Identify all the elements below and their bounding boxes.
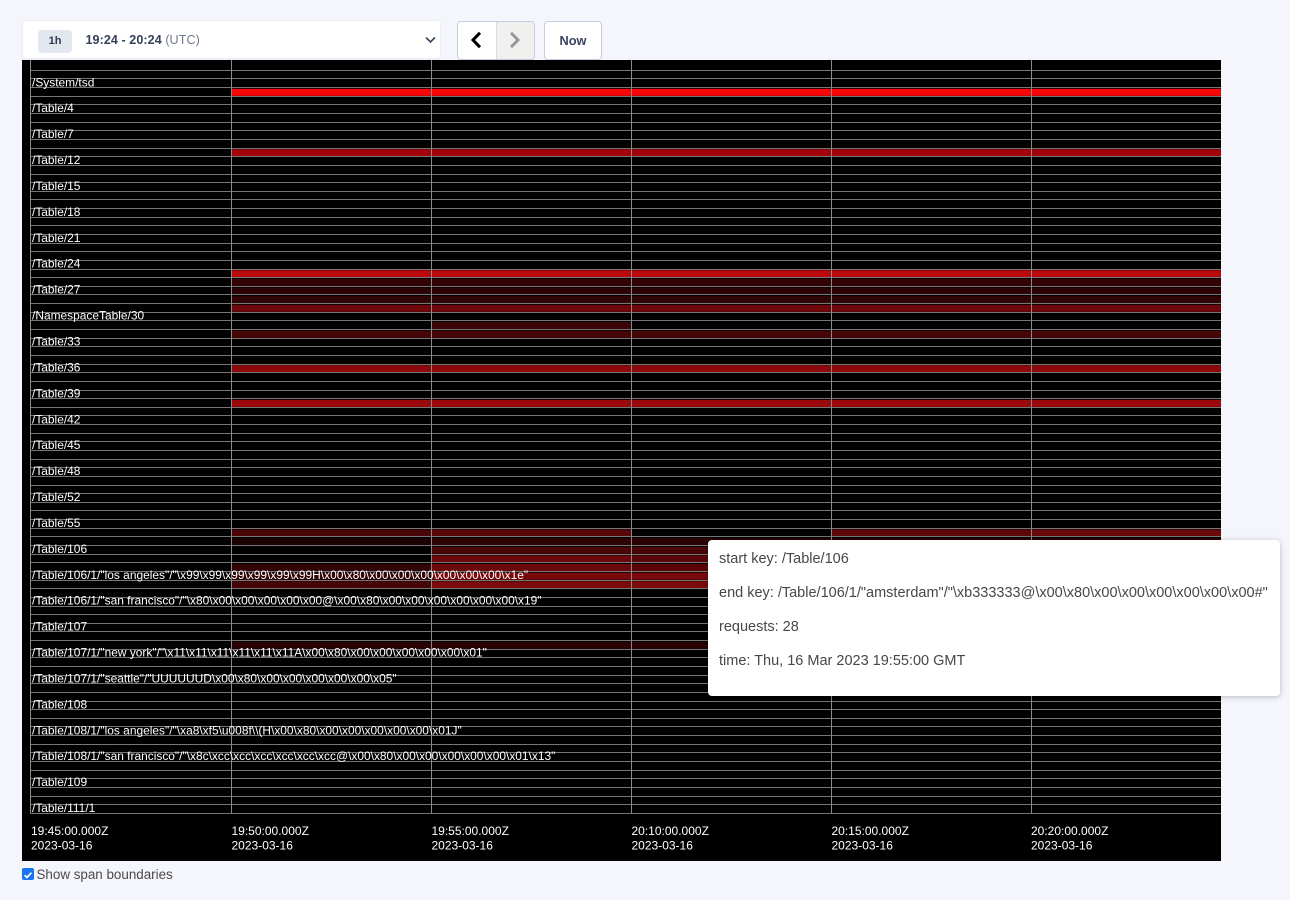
- svg-text:/Table/45: /Table/45: [32, 438, 81, 452]
- svg-text:/Table/4: /Table/4: [32, 101, 74, 115]
- svg-text:19:55:00.000Z: 19:55:00.000Z: [432, 824, 509, 838]
- svg-text:/Table/106: /Table/106: [32, 542, 87, 556]
- svg-text:2023-03-16: 2023-03-16: [1031, 839, 1093, 853]
- svg-text:/Table/21: /Table/21: [32, 231, 81, 245]
- svg-text:2023-03-16: 2023-03-16: [632, 839, 694, 853]
- svg-text:/Table/106/1/"los angeles"/"\x: /Table/106/1/"los angeles"/"\x99\x99\x99…: [32, 568, 528, 582]
- svg-text:/Table/108/1/"los angeles"/"\x: /Table/108/1/"los angeles"/"\xa8\xf5\u00…: [32, 723, 462, 737]
- svg-text:19:45:00.000Z: 19:45:00.000Z: [31, 824, 108, 838]
- svg-text:/Table/7: /Table/7: [32, 127, 74, 141]
- svg-text:/Table/108/1/"san francisco"/": /Table/108/1/"san francisco"/"\x8c\xcc\x…: [32, 749, 555, 763]
- svg-text:/Table/39: /Table/39: [32, 386, 81, 400]
- svg-text:/Table/24: /Table/24: [32, 257, 81, 271]
- svg-text:2023-03-16: 2023-03-16: [31, 839, 93, 853]
- svg-text:/Table/18: /Table/18: [32, 205, 81, 219]
- svg-text:/NamespaceTable/30: /NamespaceTable/30: [32, 309, 145, 323]
- svg-text:/Table/12: /Table/12: [32, 153, 81, 167]
- svg-text:/Table/33: /Table/33: [32, 335, 81, 349]
- svg-text:20:20:00.000Z: 20:20:00.000Z: [1031, 824, 1108, 838]
- svg-text:2023-03-16: 2023-03-16: [232, 839, 294, 853]
- svg-text:/Table/107/1/"new york"/"\x11\: /Table/107/1/"new york"/"\x11\x11\x11\x1…: [32, 646, 487, 660]
- svg-text:19:50:00.000Z: 19:50:00.000Z: [232, 824, 309, 838]
- svg-text:/Table/107: /Table/107: [32, 620, 87, 634]
- svg-text:/Table/42: /Table/42: [32, 412, 81, 426]
- svg-text:20:10:00.000Z: 20:10:00.000Z: [632, 824, 709, 838]
- svg-text:/Table/55: /Table/55: [32, 516, 81, 530]
- svg-text:/Table/106/1/"san francisco"/": /Table/106/1/"san francisco"/"\x80\x00\x…: [32, 594, 542, 608]
- svg-text:/Table/107/1/"seattle"/"UUUUUU: /Table/107/1/"seattle"/"UUUUUUD\x00\x80\…: [32, 671, 397, 685]
- svg-text:/Table/15: /Table/15: [32, 179, 81, 193]
- svg-text:/Table/48: /Table/48: [32, 464, 81, 478]
- svg-text:2023-03-16: 2023-03-16: [832, 839, 894, 853]
- svg-text:/Table/111/1: /Table/111/1: [32, 801, 96, 815]
- svg-text:/Table/52: /Table/52: [32, 490, 81, 504]
- svg-text:2023-03-16: 2023-03-16: [432, 839, 494, 853]
- svg-text:/Table/108: /Table/108: [32, 697, 87, 711]
- svg-text:20:15:00.000Z: 20:15:00.000Z: [832, 824, 909, 838]
- svg-text:/Table/36: /Table/36: [32, 360, 81, 374]
- svg-text:/System/tsd: /System/tsd: [32, 75, 94, 89]
- svg-text:/Table/109: /Table/109: [32, 775, 87, 789]
- svg-text:/Table/27: /Table/27: [32, 283, 81, 297]
